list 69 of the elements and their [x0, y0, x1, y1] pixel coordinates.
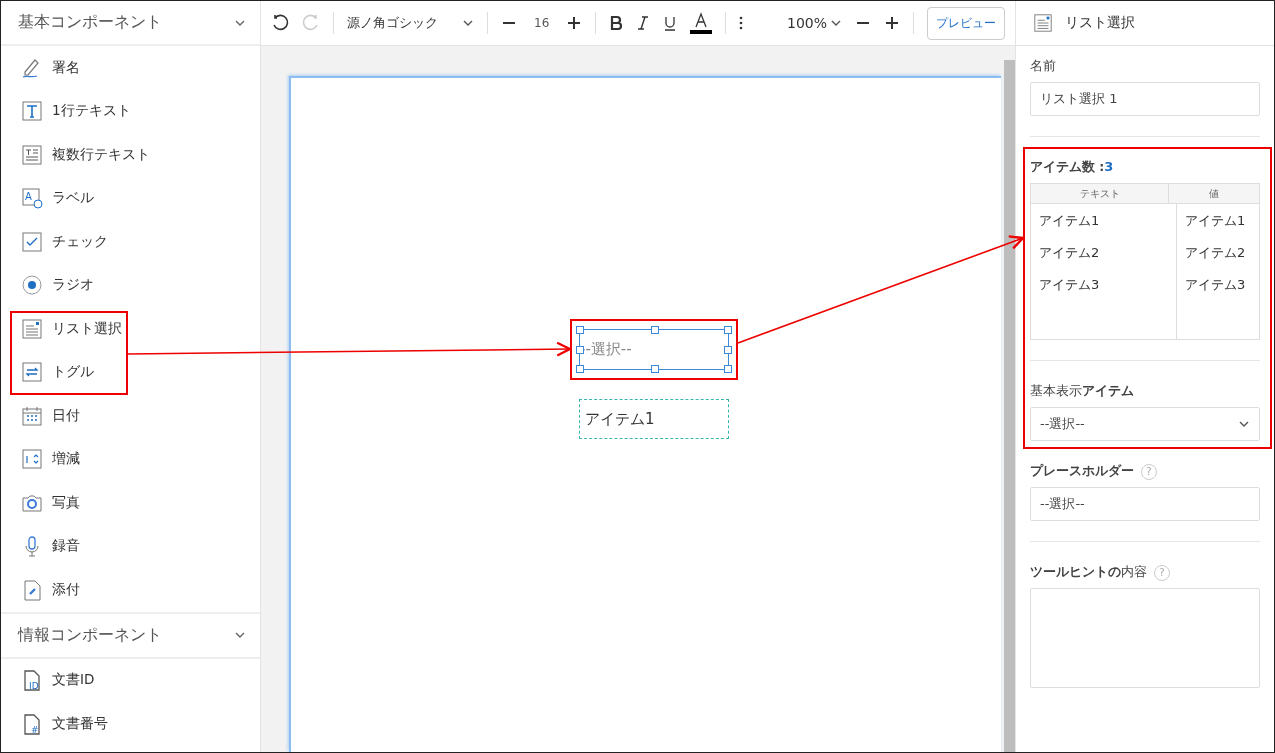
underline-icon[interactable] — [663, 15, 678, 31]
component-item[interactable]: 写真 — [1, 481, 260, 525]
field-label: アイテム数 : — [1030, 159, 1105, 176]
font-dropdown[interactable]: 源ノ角ゴシック — [347, 14, 474, 32]
section-header[interactable]: 情報コンポーネント — [1, 611, 260, 659]
component-item[interactable]: 増減 — [1, 437, 260, 481]
field-label: プレースホルダー — [1030, 463, 1134, 480]
plus-icon[interactable] — [566, 15, 583, 31]
component-item[interactable]: 添付 — [1, 568, 260, 612]
component-item[interactable]: 署名 — [1, 46, 260, 90]
component-item[interactable]: ラジオ — [1, 263, 260, 307]
zoom-dropdown[interactable]: 100% — [786, 15, 842, 31]
component-item[interactable]: # 文書番号 — [1, 702, 260, 746]
section-title: 基本コンポーネント — [18, 12, 162, 33]
component-item[interactable]: 日付 — [1, 394, 260, 438]
component-item[interactable]: ID 文書ID — [1, 658, 260, 702]
font-size-field[interactable]: 16 — [530, 16, 554, 30]
section-title: 情報コンポーネント — [18, 624, 162, 646]
table-cell-text: アイテム1 — [1185, 212, 1247, 230]
textarea-icon — [21, 143, 43, 166]
field-label: ツールヒントの内容 — [1030, 564, 1147, 581]
component-item[interactable]: チェック — [1, 220, 260, 264]
table-cell-text: アイテム2 — [1039, 244, 1101, 262]
text-icon — [21, 100, 43, 123]
chevron-icon — [234, 18, 246, 27]
bold-icon[interactable] — [609, 15, 624, 31]
undo-icon[interactable] — [271, 14, 289, 32]
chevron-icon — [830, 19, 842, 27]
attach-icon — [21, 578, 43, 601]
docnum-icon: # — [21, 712, 43, 735]
date-icon — [21, 404, 43, 427]
name-field[interactable]: リスト選択 1 — [1030, 82, 1260, 116]
component-item[interactable]: トグル — [1, 350, 260, 394]
component-item[interactable]: 1行テキスト — [1, 89, 260, 133]
field-label: 名前 — [1030, 58, 1056, 75]
more-icon[interactable] — [739, 16, 744, 30]
default-item-dropdown[interactable]: --選択-- — [1030, 407, 1260, 441]
scrollbar[interactable] — [1004, 60, 1015, 752]
column-header: 値 — [1208, 186, 1220, 201]
chevron-icon — [234, 631, 246, 639]
list-icon — [1033, 13, 1053, 33]
placeholder-field[interactable]: --選択-- — [1030, 487, 1260, 521]
column-header: テキスト — [1031, 184, 1169, 203]
table-cell-text: アイテム2 — [1185, 244, 1247, 262]
panel-title: リスト選択 — [1065, 14, 1135, 32]
table-cell-text: アイテム3 — [1185, 276, 1247, 294]
section-header[interactable]: 基本コンポーネント — [1, 1, 260, 46]
check-icon — [21, 230, 43, 253]
preview-button[interactable]: プレビュー — [927, 6, 1005, 40]
stepper-icon — [21, 448, 43, 471]
component-item[interactable]: A ラベル — [1, 176, 260, 220]
component-item[interactable]: 複数行テキスト — [1, 133, 260, 177]
docid-icon: ID — [21, 669, 43, 692]
text-color-icon[interactable] — [690, 12, 713, 34]
chevron-icon — [1238, 420, 1250, 428]
list-icon — [21, 317, 43, 340]
tooltip-field[interactable] — [1030, 588, 1260, 688]
table-cell-text: アイテム1 — [1039, 212, 1101, 230]
component-item[interactable]: リスト選択 — [1, 307, 260, 351]
radio-icon — [21, 274, 43, 297]
chevron-icon — [462, 19, 474, 27]
field-label: 基本表示アイテム — [1030, 383, 1134, 400]
toggle-icon — [21, 361, 43, 384]
component-item[interactable]: 録音 — [1, 524, 260, 568]
zoom-in-icon[interactable] — [884, 15, 900, 31]
table-cell-text: アイテム3 — [1039, 276, 1101, 294]
italic-icon[interactable] — [636, 15, 651, 31]
text-field[interactable]: アイテム1 — [579, 399, 729, 439]
item-count: 3 — [1104, 159, 1114, 174]
